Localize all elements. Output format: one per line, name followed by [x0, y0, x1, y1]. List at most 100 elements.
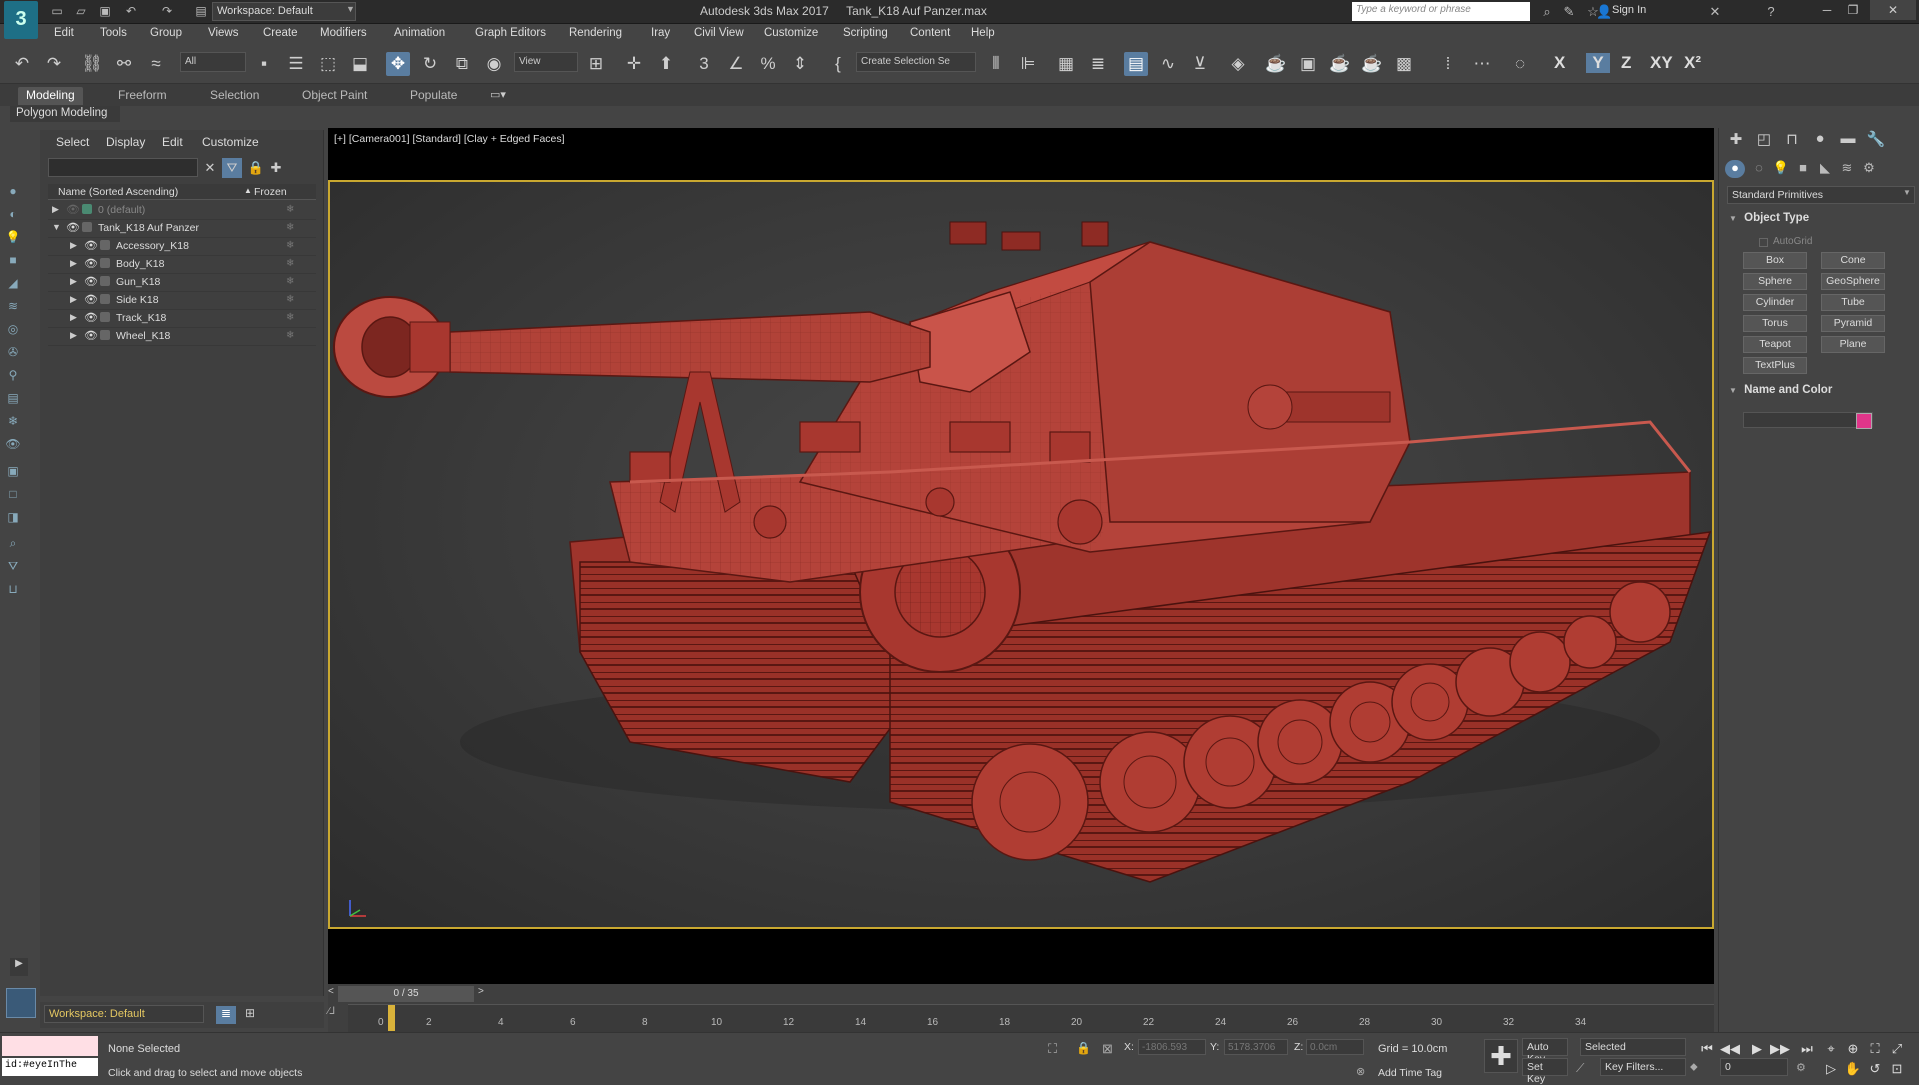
systems-category-icon[interactable]: ⚙: [1859, 160, 1879, 178]
modify-tab-icon[interactable]: ◰: [1753, 130, 1775, 150]
zoom-icon[interactable]: ⌖: [1822, 1041, 1840, 1059]
menu-views[interactable]: Views: [208, 27, 238, 39]
geometry-category-icon[interactable]: ●: [1725, 160, 1745, 178]
menu-edit[interactable]: Edit: [54, 27, 74, 39]
exchange-icon[interactable]: ✕: [1706, 4, 1724, 20]
edit-named-selection-icon[interactable]: {: [826, 52, 850, 76]
y-coordinate-field[interactable]: 5178.3706: [1224, 1039, 1288, 1055]
visibility-eye-icon[interactable]: 👁: [84, 257, 98, 270]
rectangular-selection-icon[interactable]: ⬚: [316, 52, 340, 76]
save-icon[interactable]: ▣: [98, 4, 112, 18]
time-configuration-icon[interactable]: ⚙: [1796, 1061, 1806, 1074]
set-key-button[interactable]: Set Key: [1522, 1058, 1568, 1085]
funnel-icon[interactable]: ⛛: [4, 559, 22, 577]
axis-y-button[interactable]: Y: [1586, 53, 1610, 73]
menu-civil-view[interactable]: Civil View: [694, 27, 744, 39]
menu-help[interactable]: Help: [971, 27, 995, 39]
create-tab-icon[interactable]: ✚: [1725, 130, 1747, 150]
open-file-icon[interactable]: ▱: [74, 4, 88, 18]
selection-filter-dropdown[interactable]: All: [180, 52, 246, 72]
collapse-arrow-icon[interactable]: ▼: [52, 222, 61, 232]
time-cursor[interactable]: [388, 1005, 395, 1031]
key-filters-button[interactable]: Key Filters...: [1600, 1058, 1686, 1076]
freeze-icon[interactable]: ❄: [286, 204, 294, 215]
lights-category-icon[interactable]: 💡: [1771, 160, 1791, 178]
select-and-rotate-icon[interactable]: ↻: [418, 52, 442, 76]
cone-button[interactable]: Cone: [1821, 252, 1885, 269]
next-frame-icon[interactable]: ▶▶: [1770, 1041, 1790, 1059]
default-tangent-icon[interactable]: ⟋: [1576, 1061, 1584, 1076]
name-and-color-rollout[interactable]: ▼ Name and Color: [1723, 384, 1917, 400]
time-slider-next-icon[interactable]: >: [478, 986, 488, 1002]
filter-icon[interactable]: ⛛: [222, 158, 242, 178]
lock-icon[interactable]: 🔒: [246, 158, 266, 178]
select-and-move-icon[interactable]: ✥: [386, 52, 410, 76]
transform-gizmo-icon[interactable]: ◌: [1508, 52, 1532, 76]
display-bones-icon[interactable]: ⚲: [4, 368, 22, 386]
display-shapes-icon[interactable]: ◐: [4, 207, 22, 225]
link-icon[interactable]: ⛓: [80, 52, 104, 76]
pan-view-icon[interactable]: ✋: [1844, 1061, 1862, 1079]
snaps-toggle-icon[interactable]: 3: [692, 52, 716, 76]
select-and-scale-icon[interactable]: ⧉: [450, 52, 474, 76]
communication-icon[interactable]: ✎: [1560, 4, 1578, 20]
tab-freeform[interactable]: Freeform: [110, 87, 175, 105]
explorer-workspace-dropdown[interactable]: Workspace: Default: [44, 1005, 204, 1023]
select-object-icon[interactable]: ▪: [252, 52, 276, 76]
axis-xy-button[interactable]: XY: [1650, 53, 1673, 73]
tree-row[interactable]: ▶ 👁 Accessory_K18 ❄: [48, 238, 316, 256]
tree-row[interactable]: ▶ 👁 Track_K18 ❄: [48, 310, 316, 328]
ribbon-toggle-icon[interactable]: ≣: [1086, 52, 1110, 76]
shapes-category-icon[interactable]: ◌: [1749, 160, 1769, 178]
visibility-eye-icon[interactable]: 👁: [66, 203, 80, 216]
key-mode-icon[interactable]: ⬥: [1690, 1061, 1698, 1074]
select-manipulate-icon[interactable]: ✛: [622, 52, 646, 76]
field-of-view-icon[interactable]: ▷: [1822, 1061, 1840, 1079]
time-slider[interactable]: 0 / 35: [338, 986, 474, 1002]
display-all-icon[interactable]: ▣: [4, 464, 22, 482]
utilities-tab-icon[interactable]: 🔧: [1865, 130, 1887, 150]
freeze-icon[interactable]: ❄: [286, 276, 294, 287]
display-hidden-icon[interactable]: 👁: [4, 437, 22, 455]
display-tab-icon[interactable]: ▬: [1837, 130, 1859, 150]
binoculars-icon[interactable]: ⌕: [1538, 4, 1556, 20]
freeze-icon[interactable]: ❄: [286, 222, 294, 233]
select-by-name-icon[interactable]: ☰: [284, 52, 308, 76]
freeze-icon[interactable]: ❄: [286, 240, 294, 251]
object-name-input[interactable]: [1743, 412, 1873, 428]
geosphere-button[interactable]: GeoSphere: [1821, 273, 1885, 290]
new-file-icon[interactable]: ▭: [50, 4, 64, 18]
viewport-layout-tab[interactable]: [6, 988, 36, 1018]
visibility-eye-icon[interactable]: 👁: [84, 239, 98, 252]
menu-animation[interactable]: Animation: [394, 27, 445, 39]
menu-group[interactable]: Group: [150, 27, 182, 39]
display-xrefs-icon[interactable]: ✇: [4, 345, 22, 363]
freeze-icon[interactable]: ❄: [286, 258, 294, 269]
tree-row[interactable]: ▼ 👁 Tank_K18 Auf Panzer ❄: [48, 220, 316, 238]
display-lights-icon[interactable]: 💡: [4, 230, 22, 248]
viewport-render-area[interactable]: [328, 180, 1714, 929]
visibility-eye-icon[interactable]: 👁: [84, 329, 98, 342]
menu-rendering[interactable]: Rendering: [569, 27, 622, 39]
tree-row[interactable]: ▶ 👁 Wheel_K18 ❄: [48, 328, 316, 346]
display-containers-icon[interactable]: ▤: [4, 391, 22, 409]
scene-explorer-icon[interactable]: ▤: [1124, 52, 1148, 76]
set-key-icon[interactable]: ✚: [1484, 1039, 1518, 1073]
scene-menu-customize[interactable]: Customize: [202, 135, 259, 149]
space-warps-category-icon[interactable]: ≋: [1837, 160, 1857, 178]
display-space-warps-icon[interactable]: ≋: [4, 299, 22, 317]
display-frozen-icon[interactable]: ❄: [4, 414, 22, 432]
freeze-icon[interactable]: ❄: [286, 330, 294, 341]
align-icon[interactable]: ⊫: [1016, 52, 1040, 76]
menu-customize[interactable]: Customize: [764, 27, 818, 39]
select-and-place-icon[interactable]: ◉: [482, 52, 506, 76]
sort-by-layer-icon[interactable]: ≣: [216, 1006, 236, 1024]
menu-content[interactable]: Content: [910, 27, 950, 39]
render-iterative-icon[interactable]: ☕: [1360, 52, 1384, 76]
display-none-icon[interactable]: □: [4, 487, 22, 505]
freeze-icon[interactable]: ❄: [286, 312, 294, 323]
expand-arrow-icon[interactable]: ▶: [70, 330, 77, 341]
ribbon-polygon-modeling[interactable]: Polygon Modeling: [10, 106, 120, 122]
menu-graph-editors[interactable]: Graph Editors: [475, 27, 546, 39]
box-button[interactable]: Box: [1743, 252, 1807, 269]
